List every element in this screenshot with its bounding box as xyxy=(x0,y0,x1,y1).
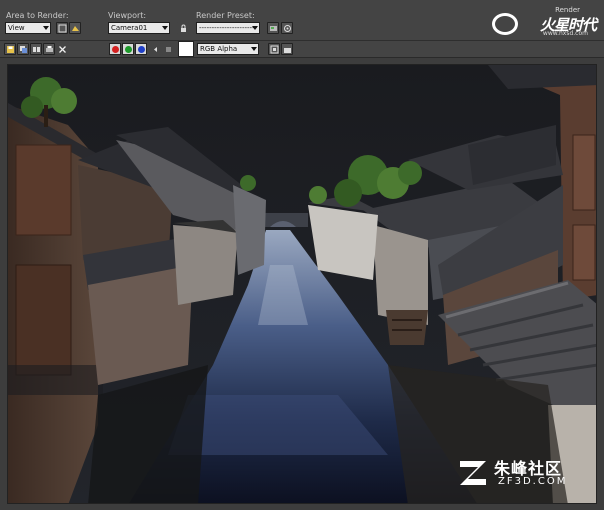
green-channel-icon[interactable] xyxy=(122,43,134,55)
logo-ring-icon xyxy=(492,13,518,35)
red-channel-dot xyxy=(111,45,119,53)
area-to-render-dropdown[interactable]: View xyxy=(5,22,51,34)
green-channel-dot xyxy=(124,45,132,53)
render-frame-toolbar: Area to Render: View Viewport: Camera01 … xyxy=(0,0,604,58)
logo-render-text: Render xyxy=(555,6,580,14)
area-to-render-label: Area to Render: xyxy=(6,11,69,20)
rendered-water-town-image xyxy=(8,65,596,503)
red-channel-icon[interactable] xyxy=(109,43,121,55)
channel-display-dropdown[interactable]: RGB Alpha xyxy=(197,43,259,55)
watermark: 朱峰社区 ZF3D.COM xyxy=(456,455,588,493)
color-swatch[interactable] xyxy=(178,41,194,57)
save-icon[interactable] xyxy=(4,43,16,55)
blue-channel-dot xyxy=(137,45,145,53)
viewport-dropdown[interactable]: Camera01 xyxy=(108,22,170,34)
toggle-ui-overlay-icon[interactable] xyxy=(268,43,280,55)
render-setup-icon[interactable] xyxy=(267,22,279,34)
edit-region-icon[interactable] xyxy=(56,22,68,34)
viewport-label: Viewport: xyxy=(108,11,147,20)
render-viewport[interactable]: 朱峰社区 ZF3D.COM xyxy=(7,64,597,504)
auto-region-icon[interactable] xyxy=(69,22,81,34)
watermark-logo-icon xyxy=(460,461,486,485)
toolbar-divider xyxy=(0,40,604,41)
copy-icon[interactable] xyxy=(17,43,29,55)
toggle-ui-icon[interactable] xyxy=(281,43,293,55)
clone-icon[interactable] xyxy=(30,43,42,55)
monochrome-icon[interactable] xyxy=(162,43,174,55)
render-preset-dropdown[interactable]: ----------------------- xyxy=(196,22,260,34)
environment-icon[interactable] xyxy=(281,22,293,34)
render-preset-label: Render Preset: xyxy=(196,11,255,20)
watermark-url-text: ZF3D.COM xyxy=(498,476,568,487)
print-icon[interactable] xyxy=(43,43,55,55)
logo-url-text: www.hxsd.com xyxy=(542,30,588,37)
blue-channel-icon[interactable] xyxy=(135,43,147,55)
close-icon[interactable] xyxy=(56,43,68,55)
alpha-channel-icon[interactable] xyxy=(149,43,161,55)
lock-icon[interactable] xyxy=(177,22,189,34)
